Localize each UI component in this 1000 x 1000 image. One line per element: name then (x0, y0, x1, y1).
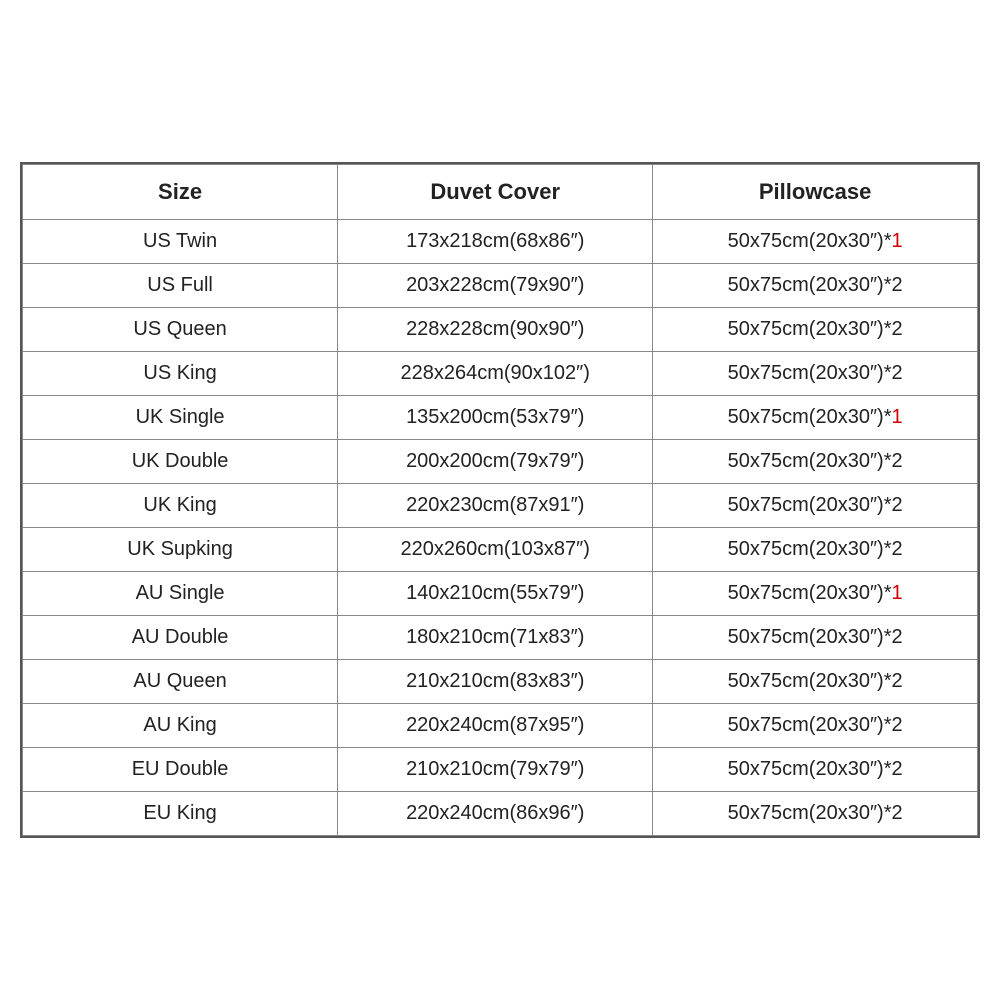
cell-pillow: 50x75cm(20x30″)*2 (653, 528, 978, 572)
table-row: US Full203x228cm(79x90″)50x75cm(20x30″)*… (23, 264, 978, 308)
table-row: EU Double210x210cm(79x79″)50x75cm(20x30″… (23, 748, 978, 792)
pillow-count-red: 1 (891, 230, 902, 252)
cell-size: US Queen (23, 308, 338, 352)
pillow-base-text: 50x75cm(20x30″)* (728, 406, 892, 428)
pillow-count-red: 1 (891, 582, 902, 604)
size-chart-container: Size Duvet Cover Pillowcase US Twin173x2… (20, 162, 980, 838)
cell-duvet: 220x240cm(86x96″) (338, 792, 653, 836)
header-pillow: Pillowcase (653, 165, 978, 220)
cell-size: AU Queen (23, 660, 338, 704)
cell-size: UK Supking (23, 528, 338, 572)
table-row: AU Double180x210cm(71x83″)50x75cm(20x30″… (23, 616, 978, 660)
table-row: AU Single140x210cm(55x79″)50x75cm(20x30″… (23, 572, 978, 616)
cell-pillow: 50x75cm(20x30″)*2 (653, 352, 978, 396)
cell-size: US Full (23, 264, 338, 308)
size-chart-table: Size Duvet Cover Pillowcase US Twin173x2… (22, 164, 978, 836)
table-row: AU King220x240cm(87x95″)50x75cm(20x30″)*… (23, 704, 978, 748)
cell-pillow: 50x75cm(20x30″)*2 (653, 484, 978, 528)
cell-pillow: 50x75cm(20x30″)*1 (653, 396, 978, 440)
pillow-count-red: 1 (891, 406, 902, 428)
table-row: EU King220x240cm(86x96″)50x75cm(20x30″)*… (23, 792, 978, 836)
cell-duvet: 228x264cm(90x102″) (338, 352, 653, 396)
cell-size: AU Double (23, 616, 338, 660)
cell-pillow: 50x75cm(20x30″)*1 (653, 572, 978, 616)
table-row: UK Supking220x260cm(103x87″)50x75cm(20x3… (23, 528, 978, 572)
table-row: US Queen228x228cm(90x90″)50x75cm(20x30″)… (23, 308, 978, 352)
cell-size: EU Double (23, 748, 338, 792)
cell-pillow: 50x75cm(20x30″)*2 (653, 308, 978, 352)
cell-pillow: 50x75cm(20x30″)*2 (653, 748, 978, 792)
cell-size: US Twin (23, 220, 338, 264)
cell-duvet: 228x228cm(90x90″) (338, 308, 653, 352)
cell-size: EU King (23, 792, 338, 836)
table-row: UK King220x230cm(87x91″)50x75cm(20x30″)*… (23, 484, 978, 528)
header-size: Size (23, 165, 338, 220)
cell-size: AU Single (23, 572, 338, 616)
cell-pillow: 50x75cm(20x30″)*2 (653, 440, 978, 484)
cell-size: UK Single (23, 396, 338, 440)
table-row: AU Queen210x210cm(83x83″)50x75cm(20x30″)… (23, 660, 978, 704)
table-row: US King228x264cm(90x102″)50x75cm(20x30″)… (23, 352, 978, 396)
header-duvet: Duvet Cover (338, 165, 653, 220)
cell-duvet: 135x200cm(53x79″) (338, 396, 653, 440)
cell-pillow: 50x75cm(20x30″)*2 (653, 264, 978, 308)
cell-duvet: 220x260cm(103x87″) (338, 528, 653, 572)
cell-size: US King (23, 352, 338, 396)
cell-duvet: 210x210cm(83x83″) (338, 660, 653, 704)
pillow-base-text: 50x75cm(20x30″)* (728, 582, 892, 604)
cell-duvet: 140x210cm(55x79″) (338, 572, 653, 616)
table-row: UK Double200x200cm(79x79″)50x75cm(20x30″… (23, 440, 978, 484)
table-header-row: Size Duvet Cover Pillowcase (23, 165, 978, 220)
cell-duvet: 220x240cm(87x95″) (338, 704, 653, 748)
cell-pillow: 50x75cm(20x30″)*1 (653, 220, 978, 264)
cell-size: UK King (23, 484, 338, 528)
table-row: US Twin173x218cm(68x86″)50x75cm(20x30″)*… (23, 220, 978, 264)
cell-size: UK Double (23, 440, 338, 484)
cell-duvet: 200x200cm(79x79″) (338, 440, 653, 484)
cell-pillow: 50x75cm(20x30″)*2 (653, 792, 978, 836)
cell-duvet: 210x210cm(79x79″) (338, 748, 653, 792)
table-row: UK Single135x200cm(53x79″)50x75cm(20x30″… (23, 396, 978, 440)
cell-size: AU King (23, 704, 338, 748)
pillow-base-text: 50x75cm(20x30″)* (728, 230, 892, 252)
cell-duvet: 220x230cm(87x91″) (338, 484, 653, 528)
cell-pillow: 50x75cm(20x30″)*2 (653, 616, 978, 660)
cell-duvet: 173x218cm(68x86″) (338, 220, 653, 264)
cell-pillow: 50x75cm(20x30″)*2 (653, 660, 978, 704)
cell-pillow: 50x75cm(20x30″)*2 (653, 704, 978, 748)
cell-duvet: 180x210cm(71x83″) (338, 616, 653, 660)
cell-duvet: 203x228cm(79x90″) (338, 264, 653, 308)
